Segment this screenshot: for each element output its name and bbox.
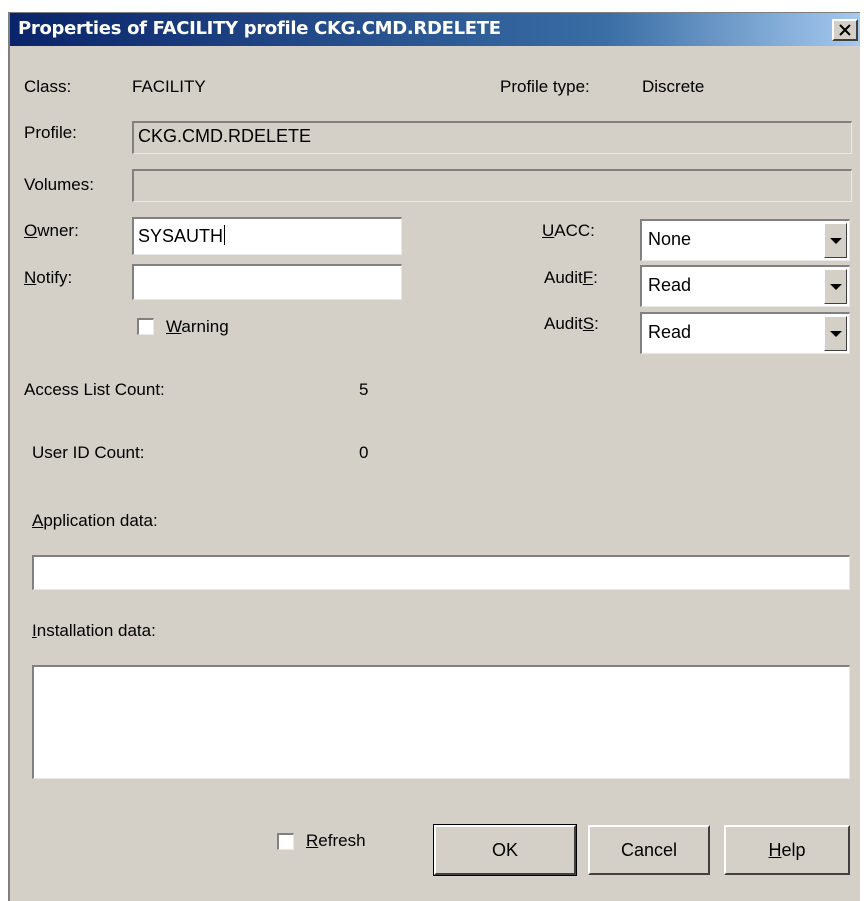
ok-button-label: OK: [491, 839, 518, 860]
user-id-count-label: User ID Count:: [32, 443, 145, 462]
auditf-value: Read: [648, 275, 692, 295]
auditf-label: AuditF:: [544, 268, 598, 287]
notify-input[interactable]: [132, 264, 402, 300]
chevron-down-icon: [829, 330, 842, 337]
warning-label[interactable]: Warning: [166, 317, 229, 337]
dialog-title: Properties of FACILITY profile CKG.CMD.R…: [18, 18, 501, 39]
uacc-value: None: [648, 229, 692, 249]
profile-type-label: Profile type:: [500, 77, 590, 96]
application-data-label: Application data:: [32, 511, 158, 530]
owner-input[interactable]: SYSAUTH: [132, 217, 402, 255]
uacc-dropdown-button[interactable]: [824, 223, 847, 258]
installation-data-textarea[interactable]: [32, 665, 850, 779]
owner-label: Owner:: [24, 221, 79, 240]
uacc-label: UACC:: [542, 221, 595, 240]
auditf-dropdown-button[interactable]: [824, 269, 847, 304]
application-data-input[interactable]: [32, 555, 850, 590]
profile-value: CKG.CMD.RDELETE: [138, 126, 312, 146]
installation-data-label: Installation data:: [32, 621, 156, 640]
cancel-button[interactable]: Cancel: [588, 825, 710, 875]
notify-label: Notify:: [24, 268, 73, 287]
volumes-label: Volumes:: [24, 175, 94, 194]
cancel-button-label: Cancel: [620, 839, 678, 860]
owner-value: SYSAUTH: [138, 226, 224, 246]
title-bar[interactable]: Properties of FACILITY profile CKG.CMD.R…: [10, 13, 860, 46]
class-label: Class:: [24, 77, 72, 96]
class-value: FACILITY: [132, 77, 206, 96]
profile-field: CKG.CMD.RDELETE: [132, 121, 852, 154]
chevron-down-icon: [829, 237, 842, 244]
audits-dropdown-button[interactable]: [824, 316, 847, 351]
text-caret: [224, 225, 226, 245]
ok-button[interactable]: OK: [433, 824, 577, 876]
user-id-count-value: 0: [359, 443, 369, 462]
refresh-label[interactable]: Refresh: [306, 831, 366, 851]
auditf-select[interactable]: Read: [640, 265, 850, 307]
uacc-select[interactable]: None: [640, 219, 850, 261]
help-button-label: Help: [768, 839, 806, 860]
help-button[interactable]: Help: [724, 825, 850, 875]
audits-value: Read: [648, 322, 692, 342]
chevron-down-icon: [829, 283, 842, 290]
access-list-count-label: Access List Count:: [24, 380, 165, 399]
audits-select[interactable]: Read: [640, 312, 850, 354]
close-button[interactable]: [832, 19, 858, 41]
profile-type-value: Discrete: [642, 77, 705, 96]
properties-dialog: Properties of FACILITY profile CKG.CMD.R…: [8, 12, 860, 901]
profile-label: Profile:: [24, 123, 77, 142]
audits-label: AuditS:: [544, 314, 599, 333]
warning-checkbox[interactable]: [137, 318, 154, 335]
close-icon: [839, 24, 851, 36]
volumes-field: [132, 169, 852, 202]
refresh-checkbox[interactable]: [277, 833, 294, 850]
access-list-count-value: 5: [359, 380, 369, 399]
